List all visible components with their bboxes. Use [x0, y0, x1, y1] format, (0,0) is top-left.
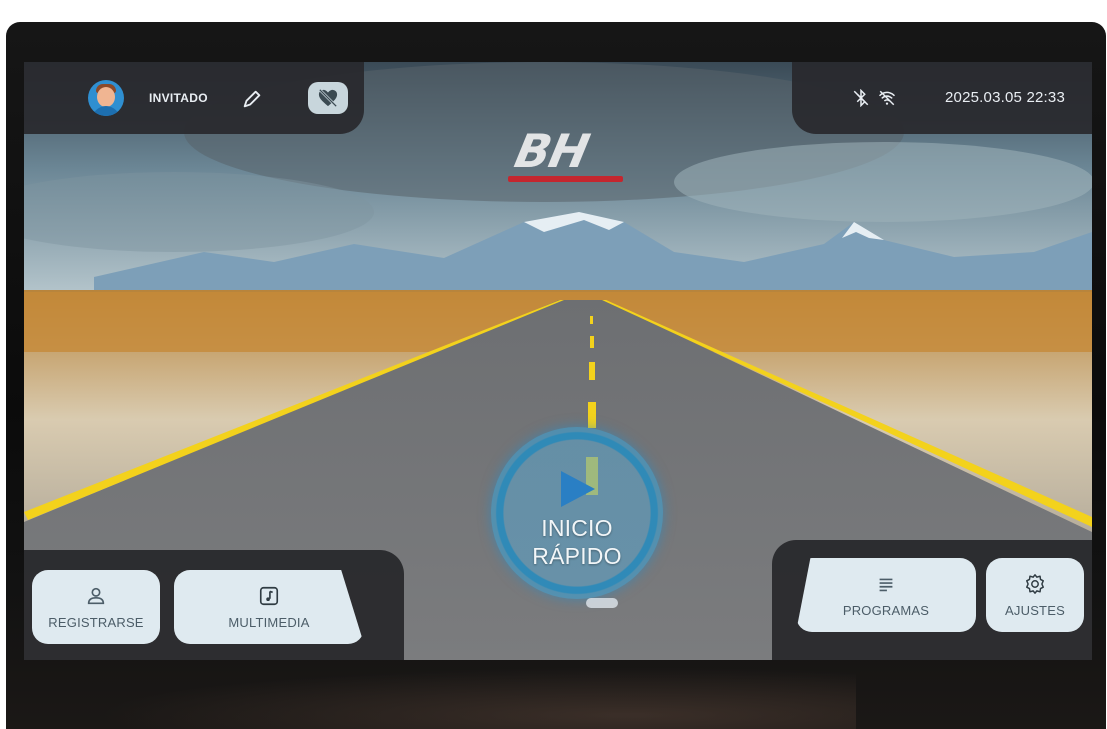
register-label: REGISTRARSE [48, 614, 144, 630]
top-right-bar: 2025.03.05 22:33 [792, 62, 1092, 134]
user-outline-icon [87, 587, 105, 604]
multimedia-label: MULTIMEDIA [228, 614, 310, 630]
bluetooth-off-icon [853, 89, 869, 107]
favorite-button[interactable] [308, 82, 348, 114]
gear-icon [1026, 573, 1044, 594]
programas-label: PROGRAMAS [842, 602, 930, 618]
ajustes-label: AJUSTES [1005, 602, 1065, 618]
quick-start-label-2: RÁPIDO [532, 543, 622, 569]
ajustes-button[interactable]: AJUSTES [986, 558, 1084, 632]
list-icon [879, 578, 893, 591]
treadmill-console-screen: INVITADO 2025.03.05 22:33 BH REGISTRARSE… [24, 62, 1092, 660]
user-avatar[interactable] [88, 80, 124, 116]
bh-logo: BH [506, 124, 636, 182]
music-note-icon [259, 586, 279, 605]
quick-start-button[interactable]: INICIO RÁPIDO [491, 427, 663, 599]
wifi-off-icon [878, 90, 896, 106]
top-left-bar: INVITADO [24, 62, 364, 134]
heart-off-icon [318, 88, 338, 108]
programas-button[interactable]: PROGRAMAS [796, 558, 976, 632]
user-name: INVITADO [149, 91, 208, 105]
logo-underline [508, 176, 623, 182]
screen-reflection [96, 667, 856, 729]
pencil-icon[interactable] [241, 88, 263, 110]
device-frame: INVITADO 2025.03.05 22:33 BH REGISTRARSE… [6, 22, 1106, 729]
small-indicator [586, 598, 618, 608]
logo-text: BH [510, 124, 594, 178]
play-icon [561, 471, 595, 507]
multimedia-button[interactable]: MULTIMEDIA [174, 570, 364, 644]
date-time: 2025.03.05 22:33 [945, 89, 1065, 106]
quick-start-label-1: INICIO [541, 515, 613, 541]
register-button[interactable]: REGISTRARSE [32, 570, 160, 644]
